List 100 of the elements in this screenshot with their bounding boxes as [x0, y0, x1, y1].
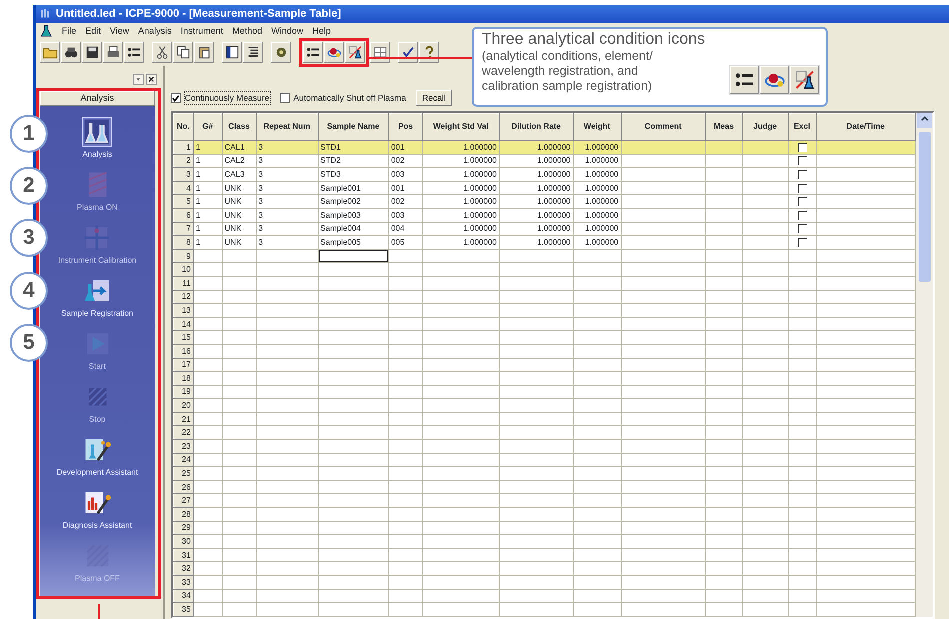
toolbar-button[interactable]: [124, 42, 144, 63]
menu-item[interactable]: View: [110, 25, 130, 37]
sidebar-item[interactable]: Sample Registration: [61, 277, 134, 319]
checkbox[interactable]: [798, 156, 807, 166]
menu-item[interactable]: Help: [312, 25, 331, 37]
table-cell: 1: [193, 181, 222, 195]
row-header[interactable]: 34: [174, 589, 194, 603]
column-header[interactable]: No.: [174, 114, 194, 140]
row-header[interactable]: 29: [174, 521, 194, 535]
row-header[interactable]: 28: [174, 508, 194, 522]
column-header[interactable]: Date/Time: [816, 114, 916, 140]
row-header[interactable]: 27: [174, 494, 194, 508]
menu-item[interactable]: File: [62, 25, 77, 37]
menu-item[interactable]: Window: [271, 25, 304, 37]
step-marker: 3: [10, 219, 48, 257]
checkbox[interactable]: [798, 197, 807, 206]
column-header[interactable]: Excl: [788, 114, 816, 140]
checkbox[interactable]: [798, 170, 807, 179]
row-header[interactable]: 14: [174, 317, 194, 331]
panel-button[interactable]: [133, 74, 144, 85]
row-header[interactable]: 31: [174, 548, 194, 562]
row-header[interactable]: 33: [174, 576, 194, 590]
column-header[interactable]: Weight Std Val: [422, 114, 500, 140]
row-header[interactable]: 19: [174, 385, 194, 399]
toolbar-button[interactable]: [194, 42, 214, 63]
row-header[interactable]: 32: [174, 562, 194, 576]
row-header[interactable]: 12: [174, 290, 194, 304]
toolbar-button[interactable]: [271, 42, 291, 63]
column-header[interactable]: Meas: [706, 114, 742, 140]
row-header[interactable]: 21: [174, 412, 194, 426]
toolbar-button[interactable]: [790, 66, 819, 94]
toolbar-button[interactable]: [103, 42, 123, 63]
toolbar-button[interactable]: [82, 42, 102, 63]
sidebar-item[interactable]: Diagnosis Assistant: [62, 489, 132, 531]
toolbar-button[interactable]: [222, 42, 242, 63]
row-header[interactable]: 11: [174, 276, 194, 290]
row-header[interactable]: 5: [174, 194, 194, 208]
column-header[interactable]: Judge: [742, 114, 788, 140]
column-header[interactable]: Repeat Num: [256, 114, 318, 140]
row-header[interactable]: 6: [174, 208, 194, 222]
sidebar-item[interactable]: Development Assistant: [56, 436, 138, 478]
column-header[interactable]: G#: [193, 114, 222, 140]
column-header[interactable]: Sample Name: [318, 114, 389, 140]
row-header[interactable]: 15: [174, 330, 194, 344]
column-header[interactable]: Comment: [621, 114, 706, 140]
menu-item[interactable]: Instrument: [180, 25, 224, 37]
menu-item[interactable]: Analysis: [138, 25, 172, 37]
row-header[interactable]: 4: [174, 181, 194, 195]
row-header[interactable]: 1: [174, 140, 194, 154]
row-header[interactable]: 7: [174, 222, 194, 236]
step-marker: 1: [10, 115, 48, 153]
table-cell: 1.000000: [422, 194, 500, 208]
checkbox[interactable]: [798, 210, 807, 220]
toolbar-button[interactable]: [173, 42, 193, 63]
row-header[interactable]: 3: [174, 168, 194, 182]
toolbar-button[interactable]: [152, 42, 172, 63]
row-header[interactable]: 23: [174, 440, 194, 454]
column-header[interactable]: Weight: [573, 114, 622, 140]
toolbar-button[interactable]: [324, 42, 344, 63]
row-header[interactable]: 30: [174, 534, 194, 548]
sidebar-item[interactable]: Analysis: [82, 118, 112, 160]
column-header[interactable]: Pos: [388, 114, 423, 140]
row-header[interactable]: 24: [174, 453, 194, 467]
row-header[interactable]: 13: [174, 304, 194, 318]
toolbar-button[interactable]: [345, 42, 365, 63]
toolbar-button[interactable]: [419, 42, 439, 63]
checkbox[interactable]: [798, 142, 807, 152]
menu-item[interactable]: Method: [232, 25, 262, 37]
column-header[interactable]: Dilution Rate: [499, 114, 574, 140]
table-cell: 1: [193, 236, 222, 250]
toolbar-button[interactable]: [730, 66, 759, 94]
close-button[interactable]: [146, 74, 157, 85]
row-header[interactable]: 8: [174, 236, 194, 250]
toolbar-button[interactable]: [243, 42, 263, 63]
edit-cell[interactable]: [318, 249, 389, 263]
row-header[interactable]: 17: [174, 358, 194, 372]
toolbar-button[interactable]: [303, 42, 323, 63]
row-header[interactable]: 26: [174, 480, 194, 494]
row-header[interactable]: 35: [174, 602, 194, 616]
row-header[interactable]: 9: [174, 249, 194, 263]
checkbox[interactable]: [798, 238, 807, 247]
scrollbar[interactable]: [916, 113, 933, 617]
row-header[interactable]: 22: [174, 426, 194, 440]
table-cell: 1: [193, 222, 222, 236]
toolbar-button[interactable]: [760, 66, 789, 94]
checkbox[interactable]: [798, 224, 807, 234]
toolbar-button[interactable]: [61, 42, 81, 63]
column-header[interactable]: Class: [222, 114, 256, 140]
menu-item[interactable]: Edit: [86, 25, 102, 37]
scroll-thumb[interactable]: [918, 132, 931, 282]
row-header[interactable]: 18: [174, 372, 194, 386]
recall-button[interactable]: Recall: [416, 90, 452, 106]
row-header[interactable]: 2: [174, 154, 194, 168]
checkbox[interactable]: [798, 184, 807, 193]
row-header[interactable]: 20: [174, 398, 194, 412]
row-header[interactable]: 25: [174, 466, 194, 480]
toolbar-button[interactable]: [398, 42, 418, 63]
panel-header[interactable]: Analysis: [40, 91, 155, 106]
row-header[interactable]: 16: [174, 344, 194, 358]
row-header[interactable]: 10: [174, 262, 194, 276]
